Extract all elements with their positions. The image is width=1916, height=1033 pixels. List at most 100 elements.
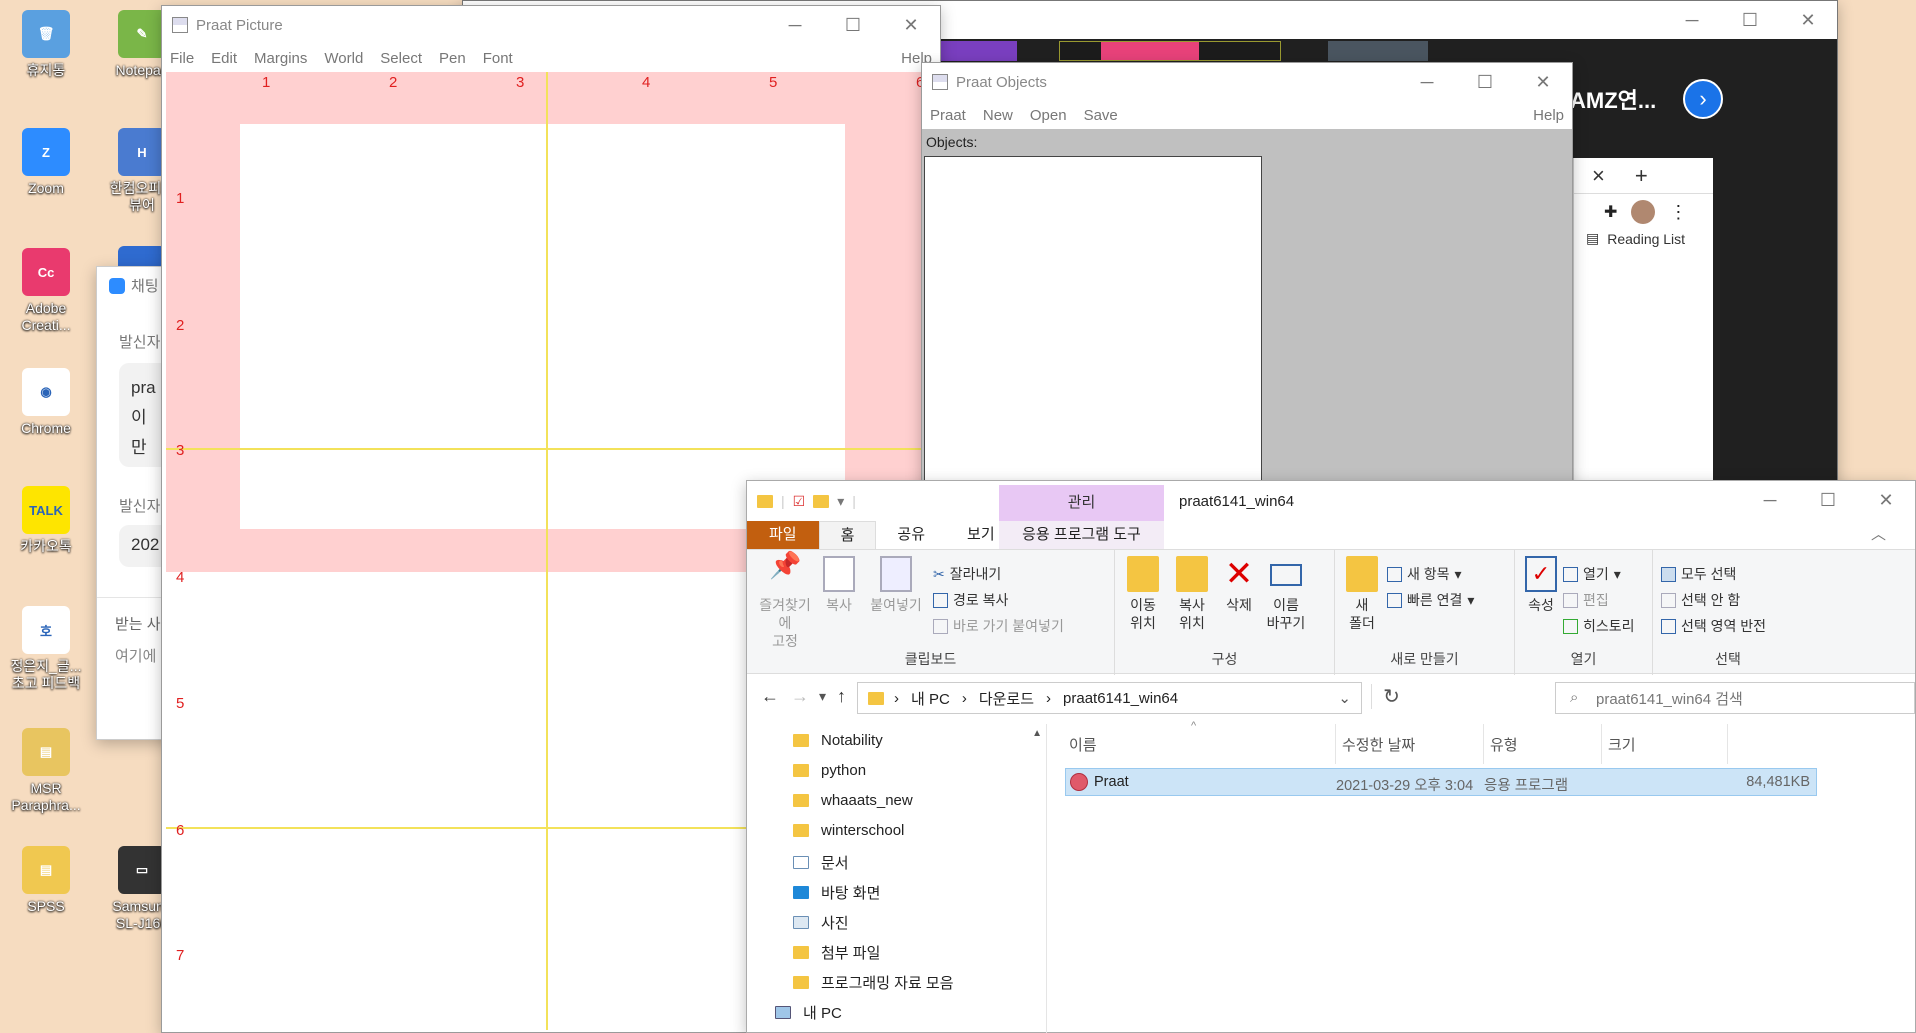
chat-recipient-label[interactable]: 받는 사 bbox=[115, 613, 161, 634]
properties-check-icon[interactable]: ☑ bbox=[793, 493, 806, 510]
pin-quick-access-button[interactable]: 📌 즐겨찾기에 고정 bbox=[753, 552, 817, 650]
menu-pen[interactable]: Pen bbox=[439, 50, 466, 67]
desktop-icon[interactable]: Z Zoom bbox=[6, 128, 86, 197]
sidebar-item[interactable]: 내 PC bbox=[775, 1002, 842, 1023]
chat-sender: 발신자 bbox=[119, 498, 161, 515]
reading-list-button[interactable]: ▤ Reading List bbox=[1574, 230, 1713, 247]
desktop-icon[interactable]: ◉ Chrome bbox=[6, 368, 86, 437]
back-arrow-icon[interactable]: ← bbox=[761, 686, 779, 707]
file-modified: 2021-03-29 오후 3:04 bbox=[1336, 778, 1474, 794]
column-name[interactable]: 이름 bbox=[1069, 724, 1097, 764]
sidebar-item[interactable]: python bbox=[793, 762, 866, 779]
menu-font[interactable]: Font bbox=[483, 50, 513, 67]
desktop-icon[interactable]: ▤ SPSS bbox=[6, 846, 86, 915]
recent-dropdown-icon[interactable]: ▾ bbox=[819, 688, 826, 705]
close-icon[interactable]: ✕ bbox=[1779, 1, 1837, 39]
column-date[interactable]: 수정한 날짜 bbox=[1335, 724, 1415, 764]
edit-button[interactable]: 편집 bbox=[1563, 590, 1609, 610]
column-size[interactable]: 크기 bbox=[1601, 724, 1636, 764]
search-input[interactable]: ⌕ praat6141_win64 검색 bbox=[1555, 682, 1915, 714]
new-folder-icon[interactable] bbox=[813, 494, 830, 508]
select-all-button[interactable]: 모두 선택 bbox=[1661, 564, 1736, 584]
menu-help[interactable]: Help bbox=[1533, 107, 1564, 124]
close-tab-icon[interactable]: × bbox=[1592, 163, 1605, 189]
sidebar-item[interactable]: Notability bbox=[793, 732, 883, 749]
invert-selection-button[interactable]: 선택 영역 반전 bbox=[1661, 616, 1766, 636]
sidebar-item[interactable]: winterschool bbox=[793, 822, 904, 839]
up-arrow-icon[interactable]: ↑ bbox=[837, 686, 846, 707]
desktop-icon[interactable]: ▤ MSR Paraphra... bbox=[6, 728, 86, 814]
address-bar[interactable]: › 내 PC › 다운로드 › praat6141_win64 ⌄ bbox=[857, 682, 1362, 714]
sidebar-item[interactable]: 바탕 화면 bbox=[793, 882, 880, 903]
select-none-button[interactable]: 선택 안 함 bbox=[1661, 590, 1740, 610]
tab-application-tools[interactable]: 응용 프로그램 도구 bbox=[999, 521, 1164, 549]
close-icon[interactable]: ✕ bbox=[882, 6, 940, 44]
menu-file[interactable]: File bbox=[170, 50, 194, 67]
desktop-icon[interactable]: Cc Adobe Creati... bbox=[6, 248, 86, 334]
breadcrumb-folder[interactable]: praat6141_win64 bbox=[1063, 690, 1178, 707]
sidebar-item[interactable]: 사진 bbox=[793, 912, 849, 933]
menu-open[interactable]: Open bbox=[1030, 107, 1067, 124]
avatar[interactable] bbox=[1631, 200, 1656, 224]
rename-button[interactable]: 이름 바꾸기 bbox=[1263, 556, 1309, 632]
desktop-icon[interactable]: 🗑 휴지통 bbox=[6, 10, 86, 79]
table-row[interactable]: Praat 2021-03-29 오후 3:04 응용 프로그램 84,481K… bbox=[1065, 768, 1817, 796]
close-icon[interactable]: ✕ bbox=[1857, 481, 1915, 519]
sidebar-item[interactable]: 프로그래밍 자료 모음 bbox=[793, 972, 954, 993]
tab-file[interactable]: 파일 bbox=[747, 521, 819, 549]
new-folder-button[interactable]: 새 폴더 bbox=[1343, 556, 1381, 632]
paste-shortcut-button[interactable]: 바로 가기 붙여넣기 bbox=[933, 616, 1064, 636]
minimize-icon[interactable]: ─ bbox=[1741, 481, 1799, 519]
sidebar-item[interactable]: whaaats_new bbox=[793, 792, 913, 809]
dropdown-icon: ▾ bbox=[1454, 565, 1462, 582]
menu-world[interactable]: World bbox=[324, 50, 363, 67]
menu-praat[interactable]: Praat bbox=[930, 107, 966, 124]
desktop-icon[interactable]: TALK 카카오톡 bbox=[6, 486, 86, 555]
menu-select[interactable]: Select bbox=[380, 50, 422, 67]
properties-button[interactable]: ✓ 속성 bbox=[1523, 556, 1559, 614]
sidebar-item[interactable]: 문서 bbox=[793, 852, 849, 873]
sidebar-item[interactable]: 첨부 파일 bbox=[793, 942, 880, 963]
cut-button[interactable]: ✂ 잘라내기 bbox=[933, 564, 1001, 584]
chat-input[interactable]: 여기에 bbox=[115, 645, 156, 666]
move-to-button[interactable]: 이동 위치 bbox=[1121, 556, 1165, 632]
maximize-icon[interactable]: ☐ bbox=[1721, 1, 1779, 39]
menu-dots-icon[interactable]: ⋮ bbox=[1669, 202, 1687, 223]
tab-home[interactable]: 홈 bbox=[818, 520, 877, 550]
menu-edit[interactable]: Edit bbox=[211, 50, 237, 67]
scroll-up-icon[interactable]: ▲ bbox=[1032, 728, 1042, 739]
history-button[interactable]: 히스토리 bbox=[1563, 616, 1635, 636]
address-dropdown-icon[interactable]: ⌄ bbox=[1338, 689, 1351, 707]
customize-dropdown-icon[interactable]: ▾ bbox=[837, 493, 844, 510]
next-arrow-icon[interactable]: › bbox=[1683, 79, 1723, 119]
copy-button[interactable]: 복사 bbox=[819, 556, 859, 614]
manage-context-tab[interactable]: 관리 bbox=[999, 485, 1164, 521]
menu-save[interactable]: Save bbox=[1084, 107, 1118, 124]
close-icon[interactable]: ✕ bbox=[1514, 63, 1572, 101]
paste-button[interactable]: 붙여넣기 bbox=[865, 556, 927, 614]
extensions-icon[interactable]: ✚ bbox=[1604, 202, 1617, 222]
new-item-button[interactable]: 새 항목 ▾ bbox=[1387, 564, 1462, 584]
copy-to-button[interactable]: 복사 위치 bbox=[1169, 556, 1215, 632]
maximize-icon[interactable]: ☐ bbox=[824, 6, 882, 44]
minimize-icon[interactable]: ─ bbox=[1663, 1, 1721, 39]
delete-button[interactable]: ✕ 삭제 bbox=[1219, 556, 1259, 614]
menu-new[interactable]: New bbox=[983, 107, 1013, 124]
tab-share[interactable]: 공유 bbox=[876, 521, 946, 549]
maximize-icon[interactable]: ☐ bbox=[1456, 63, 1514, 101]
breadcrumb-downloads[interactable]: 다운로드 bbox=[979, 688, 1034, 709]
collapse-ribbon-icon[interactable]: ︿ bbox=[1850, 521, 1907, 549]
column-type[interactable]: 유형 bbox=[1483, 724, 1518, 764]
open-button[interactable]: 열기 ▾ bbox=[1563, 564, 1621, 584]
minimize-icon[interactable]: ─ bbox=[1398, 63, 1456, 101]
refresh-icon[interactable]: ↻ bbox=[1371, 684, 1411, 709]
forward-arrow-icon[interactable]: → bbox=[791, 686, 809, 707]
easy-access-button[interactable]: 빠른 연결 ▾ bbox=[1387, 590, 1474, 610]
new-tab-icon[interactable]: + bbox=[1635, 163, 1648, 189]
desktop-icon[interactable]: 호 정은지_글... 초고 피드백 bbox=[6, 606, 86, 692]
minimize-icon[interactable]: ─ bbox=[766, 6, 824, 44]
copy-path-button[interactable]: 경로 복사 bbox=[933, 590, 1008, 610]
maximize-icon[interactable]: ☐ bbox=[1799, 481, 1857, 519]
breadcrumb-pc[interactable]: 내 PC bbox=[911, 688, 950, 709]
menu-margins[interactable]: Margins bbox=[254, 50, 307, 67]
